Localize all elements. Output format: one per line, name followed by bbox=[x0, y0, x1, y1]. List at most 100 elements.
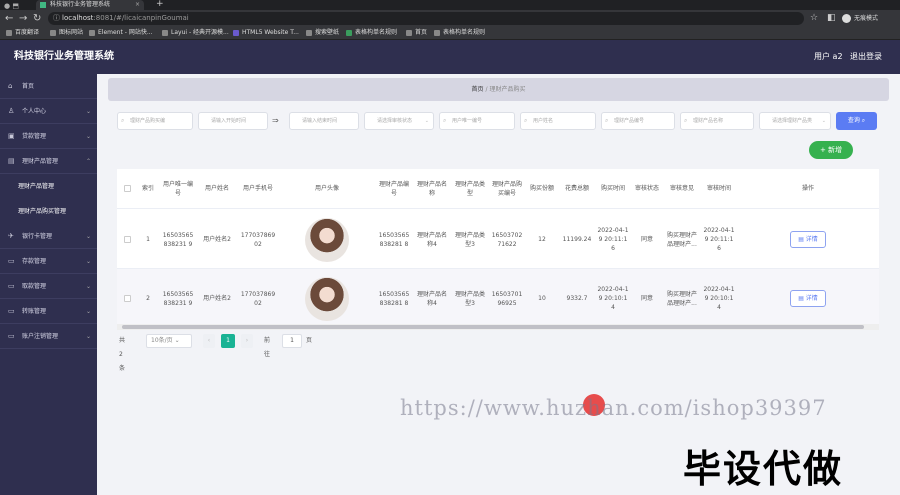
product-icon: ▤ bbox=[8, 157, 15, 165]
profile-button[interactable]: 无痕模式 bbox=[842, 12, 878, 25]
sidebar-item-profile[interactable]: ♙ 个人中心 ⌄ bbox=[0, 99, 97, 124]
sidebar-subitem-product-manage[interactable]: 理财产品管理 bbox=[0, 174, 97, 199]
bookmark-item[interactable]: 搜索壁纸 bbox=[306, 27, 339, 39]
close-tab-icon[interactable]: × bbox=[135, 0, 140, 10]
bookmark-item[interactable]: 首页 bbox=[406, 27, 427, 39]
cell-share: 12 bbox=[538, 236, 546, 243]
star-icon[interactable]: ☆ bbox=[810, 12, 818, 25]
sidebar-item-account-cancel[interactable]: ▭ 账户注销管理 ⌄ bbox=[0, 324, 97, 349]
logout-link[interactable]: 退出登录 bbox=[850, 50, 882, 64]
cell-product-type: 理财产品类型3 bbox=[454, 231, 485, 248]
chevron-down-icon: ⌄ bbox=[85, 283, 91, 290]
sidebar-item-loans[interactable]: ▣ 贷款管理 ⌄ bbox=[0, 124, 97, 149]
start-time-input[interactable]: 请输入开始时间 bbox=[198, 112, 268, 130]
bookmark-item[interactable]: Layui - 经典开源模... bbox=[162, 27, 229, 39]
breadcrumb-home[interactable]: 首页 bbox=[472, 86, 484, 93]
cell-user-id: 16503565838231 9 bbox=[162, 231, 194, 248]
select-all-checkbox[interactable] bbox=[117, 169, 137, 209]
row-checkbox[interactable] bbox=[117, 269, 137, 324]
chevron-down-icon: ⌄ bbox=[424, 118, 429, 124]
detail-button[interactable]: ▤ 详情 bbox=[790, 290, 826, 307]
purchase-no-input[interactable]: ⌕ 理财产品购买编 bbox=[117, 112, 193, 130]
bookmark-item[interactable]: Element - 网站快... bbox=[89, 27, 153, 39]
bookmark-item[interactable]: 图标网站 bbox=[50, 27, 83, 39]
column-header: 理财产品编号 bbox=[375, 169, 413, 209]
chevron-down-icon: ⌄ bbox=[821, 118, 826, 124]
scrollbar-thumb[interactable] bbox=[122, 325, 864, 329]
cell-purchase-no: 1650370271622 bbox=[491, 231, 523, 248]
search-button[interactable]: 查询 ⌕ bbox=[836, 112, 877, 130]
sidebar-item-cards[interactable]: ✈ 银行卡管理 ⌄ bbox=[0, 224, 97, 249]
horizontal-scrollbar[interactable] bbox=[117, 324, 879, 330]
table-row: 2 16503565838231 9 用户姓名2 17703786902 165… bbox=[117, 269, 879, 324]
current-user: 用户 a2 bbox=[814, 52, 843, 61]
reload-icon[interactable]: ↻ bbox=[33, 12, 41, 25]
data-table: 索引 用户唯一编号 用户姓名 用户手机号 用户头像 理财产品编号 理财产品名称 … bbox=[117, 169, 879, 324]
forward-icon[interactable]: → bbox=[19, 12, 27, 25]
sidebar: ⌂ 首页 ♙ 个人中心 ⌄ ▣ 贷款管理 ⌄ ▤ 理财产品管理 ⌃ 理财产品管理 理财产品购买… bbox=[0, 74, 97, 495]
column-header: 理财产品类型 bbox=[451, 169, 489, 209]
page-size-select[interactable]: 10条/页 ⌄ bbox=[146, 334, 192, 348]
sidebar-item-home[interactable]: ⌂ 首页 bbox=[0, 74, 97, 99]
app-header: 科技银行业务管理系统 用户 a2 退出登录 bbox=[0, 40, 900, 74]
column-header: 操作 bbox=[737, 169, 879, 209]
incognito-avatar-icon bbox=[842, 14, 851, 23]
chevron-down-icon: ⌄ bbox=[85, 308, 91, 315]
new-tab-icon[interactable]: + bbox=[156, 0, 164, 9]
back-icon[interactable]: ← bbox=[5, 12, 13, 25]
profile-label: 无痕模式 bbox=[854, 15, 879, 22]
goto-page-input[interactable]: 1 bbox=[282, 334, 302, 348]
search-icon: ⌕ bbox=[524, 117, 528, 124]
account-icon: ▭ bbox=[8, 332, 15, 340]
search-icon: ⌕ bbox=[684, 117, 688, 124]
next-page-icon[interactable]: › bbox=[241, 334, 253, 348]
current-page[interactable]: 1 bbox=[221, 334, 235, 348]
column-header: 用户手机号 bbox=[237, 169, 279, 209]
end-time-input[interactable]: 请输入结束时间 bbox=[289, 112, 359, 130]
cell-avatar bbox=[279, 269, 375, 324]
product-type-select[interactable]: 请选择理财产品类 ⌄ bbox=[759, 112, 831, 130]
search-icon: ⌕ bbox=[443, 117, 447, 124]
row-checkbox[interactable] bbox=[117, 210, 137, 269]
cell-user-id: 16503565838231 9 bbox=[162, 290, 194, 307]
cell-share: 10 bbox=[538, 295, 546, 302]
tab-title: 科技银行业务管理系统 bbox=[50, 1, 111, 8]
breadcrumb-separator: / bbox=[485, 86, 488, 93]
sidebar-subitem-product-purchase[interactable]: 理财产品购买管理 bbox=[0, 199, 97, 224]
user-name-input[interactable]: ⌕ 用户姓名 bbox=[520, 112, 596, 130]
column-header: 理财产品名称 bbox=[413, 169, 451, 209]
prev-page-icon[interactable]: ‹ bbox=[203, 334, 215, 348]
product-name-input[interactable]: ⌕ 理财产品名称 bbox=[680, 112, 754, 130]
card-icon: ✈ bbox=[8, 232, 14, 240]
column-header: 用户头像 bbox=[279, 169, 375, 209]
sidebar-item-withdrawals[interactable]: ▭ 取款管理 ⌄ bbox=[0, 274, 97, 299]
range-separator: ⇒ bbox=[272, 116, 279, 125]
extensions-icon[interactable]: ◧ bbox=[827, 12, 836, 25]
detail-button[interactable]: ▤ 详情 bbox=[790, 231, 826, 248]
user-id-input[interactable]: ⌕ 用户唯一编号 bbox=[439, 112, 515, 130]
cell-total: 9332.7 bbox=[566, 295, 588, 302]
cell-audit-opinion: 购买理财产品理财产... bbox=[666, 231, 697, 248]
browser-tab[interactable]: 科技银行业务管理系统 × bbox=[36, 0, 144, 10]
app: 科技银行业务管理系统 用户 a2 退出登录 ⌂ 首页 ♙ 个人中心 ⌄ ▣ 贷款管理 ⌄ … bbox=[0, 40, 900, 495]
bookmark-item[interactable]: 表格构单名规则 bbox=[434, 27, 485, 39]
audit-status-select[interactable]: 请选择审核状态 ⌄ bbox=[364, 112, 434, 130]
chevron-down-icon: ⌄ bbox=[85, 333, 91, 340]
deposit-icon: ▭ bbox=[8, 257, 15, 265]
bookmark-item[interactable]: 百度翻译 bbox=[6, 27, 39, 39]
add-button[interactable]: + 新增 bbox=[809, 141, 853, 159]
sidebar-item-deposits[interactable]: ▭ 存款管理 ⌄ bbox=[0, 249, 97, 274]
address-bar[interactable]: ⓘ localhost:8081/#/licaicanpinGoumai bbox=[48, 12, 804, 25]
info-icon: ⓘ bbox=[53, 14, 60, 22]
transfer-icon: ▭ bbox=[8, 307, 15, 315]
window-controls-icon[interactable]: ● ⬒ bbox=[4, 2, 19, 10]
cell-audit-opinion: 购买理财产品理财产... bbox=[666, 290, 697, 307]
chevron-down-icon: ⌄ bbox=[85, 108, 91, 115]
product-no-input[interactable]: ⌕ 理财产品编号 bbox=[601, 112, 675, 130]
column-header: 购买时间 bbox=[595, 169, 631, 209]
cell-user-name: 用户姓名2 bbox=[203, 295, 231, 302]
bookmark-item[interactable]: HTML5 Website T... bbox=[233, 27, 299, 39]
sidebar-item-transfers[interactable]: ▭ 转账管理 ⌄ bbox=[0, 299, 97, 324]
bookmark-item[interactable]: 表格构单名规则 bbox=[346, 27, 397, 39]
sidebar-item-products[interactable]: ▤ 理财产品管理 ⌃ bbox=[0, 149, 97, 174]
